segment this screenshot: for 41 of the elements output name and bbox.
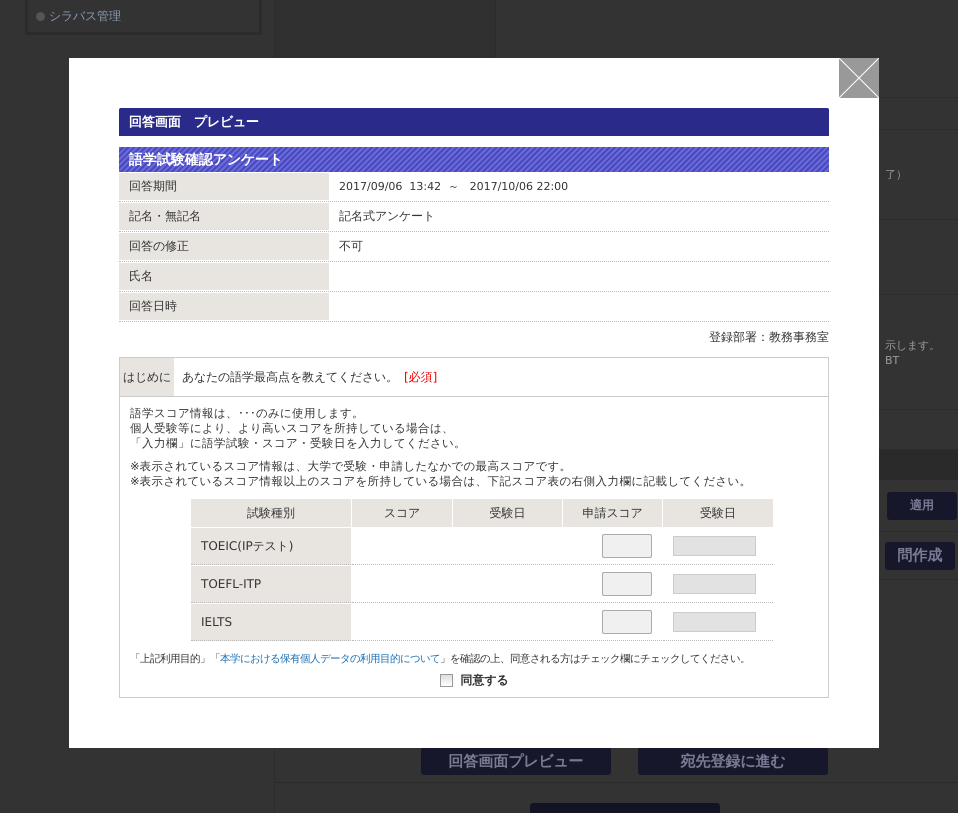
info-label: 回答日時	[119, 293, 329, 320]
background-text: 了）	[885, 167, 907, 182]
dialog-title: 回答画面 プレビュー	[119, 108, 829, 136]
exam-cell: TOEFL-ITP	[191, 566, 351, 603]
sidebar-item[interactable]: シラバス管理	[49, 8, 121, 24]
background-text: BT	[885, 354, 900, 366]
info-label: 氏名	[119, 263, 329, 290]
column-header: 申請スコア	[563, 499, 662, 527]
background-text: 示します。	[885, 338, 940, 352]
survey-title: 語学試験確認アンケート	[119, 147, 829, 172]
score-input[interactable]	[602, 610, 652, 634]
info-value: 不可	[339, 238, 363, 255]
consent-text: 「上記利用目的」「本学における保有個人データの利用目的について」を確認の上、同意される方はチェック欄にチェックしてください。	[130, 652, 750, 666]
question-label: はじめに	[120, 358, 174, 396]
exam-cell: TOEIC(IPテスト)	[191, 528, 351, 565]
bullet-icon	[36, 12, 45, 20]
info-value: 記名式アンケート	[339, 208, 435, 225]
agree-label[interactable]: 同意する	[460, 672, 508, 689]
background-button[interactable]: 回答画面プレビュー	[421, 747, 611, 775]
column-header: 受験日	[663, 499, 773, 527]
policy-link[interactable]: 本学における保有個人データの利用目的について	[220, 653, 440, 665]
required-mark: [必須]	[404, 368, 438, 386]
info-label: 回答期間	[119, 173, 329, 200]
background-button[interactable]: 宛先登録に進む	[638, 747, 828, 775]
info-label: 回答の修正	[119, 233, 329, 260]
score-input[interactable]	[602, 572, 652, 596]
create-button[interactable]: 問作成	[885, 542, 955, 570]
close-icon[interactable]	[839, 58, 879, 98]
column-header: スコア	[352, 499, 452, 527]
exam-cell: IELTS	[191, 604, 351, 641]
info-label: 記名・無記名	[119, 203, 329, 230]
column-header: 試験種別	[191, 499, 351, 527]
question-text: あなたの語学最高点を教えてください。	[182, 368, 398, 386]
score-input[interactable]	[602, 534, 652, 558]
agree-checkbox[interactable]	[440, 674, 452, 687]
column-header: 受験日	[453, 499, 562, 527]
department-text: 登録部署：教務事務室	[709, 330, 829, 344]
notes-text: ※表示されているスコア情報は、大学で受験・申請したなかでの最高スコアです。 ※表示されているスコア情報以上のスコアを所持している場合は、下記スコア表の右側入力欄に記載してください。	[130, 459, 753, 489]
apply-button[interactable]: 適用	[887, 492, 957, 520]
info-value: 2017/09/06 13:42 ～ 2017/10/06 22:00	[339, 179, 568, 194]
description-text: 語学スコア情報は、･･･のみに使用します。 個人受験等により、より高いスコアを所持している場合は、 「入力欄」に語学試験・スコア・受験日を入力してください。	[130, 406, 467, 451]
